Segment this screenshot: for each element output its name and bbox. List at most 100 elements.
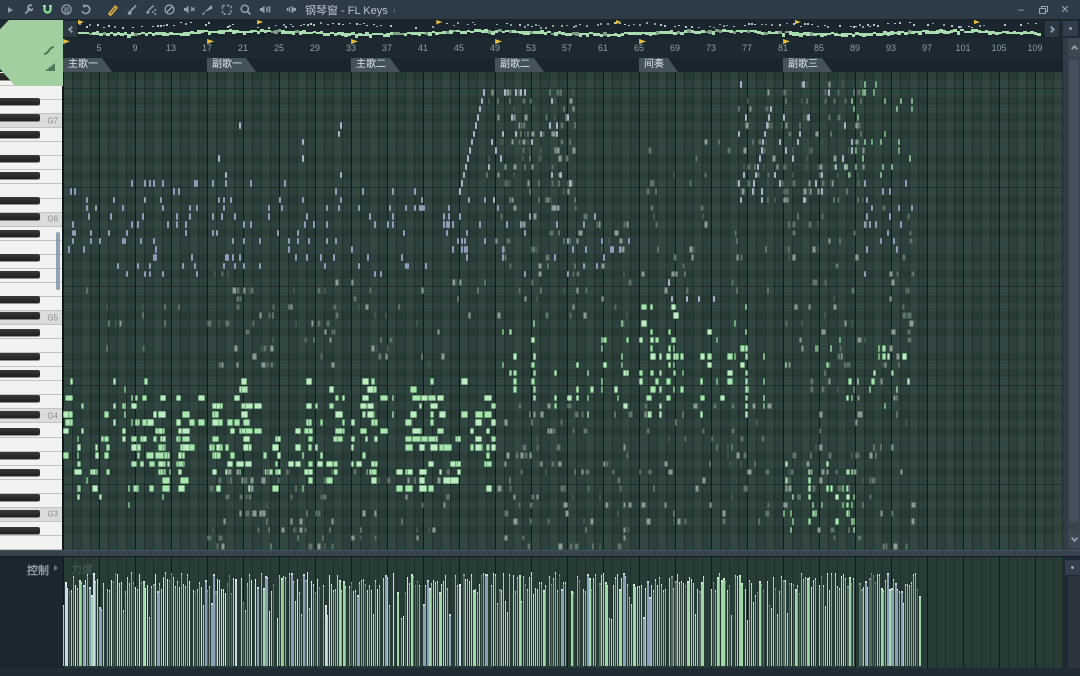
midi-note[interactable] [619, 485, 622, 492]
midi-note[interactable] [529, 155, 531, 162]
midi-note[interactable] [837, 353, 841, 360]
midi-note[interactable] [513, 205, 517, 212]
midi-note[interactable] [837, 485, 842, 492]
midi-note[interactable] [554, 114, 557, 121]
midi-note[interactable] [520, 131, 522, 138]
velocity-bar[interactable] [401, 618, 402, 666]
midi-note[interactable] [320, 452, 323, 459]
midi-note[interactable] [650, 370, 654, 377]
midi-note[interactable] [277, 436, 281, 443]
midi-note[interactable] [403, 230, 405, 237]
midi-note[interactable] [176, 419, 181, 426]
midi-note[interactable] [443, 213, 445, 220]
midi-note[interactable] [329, 527, 332, 534]
midi-note[interactable] [529, 452, 532, 459]
midi-note[interactable] [547, 518, 550, 525]
velocity-bar[interactable] [63, 605, 64, 666]
midi-note[interactable] [437, 477, 441, 484]
midi-note[interactable] [815, 510, 818, 517]
midi-note[interactable] [572, 246, 574, 253]
velocity-bar[interactable] [521, 601, 522, 666]
midi-note[interactable] [243, 419, 250, 426]
midi-note[interactable] [360, 535, 362, 542]
velocity-bar[interactable] [97, 579, 98, 666]
midi-note[interactable] [745, 353, 749, 360]
midi-note[interactable] [855, 419, 858, 426]
midi-note[interactable] [421, 353, 423, 360]
midi-note[interactable] [817, 527, 821, 534]
midi-note[interactable] [358, 263, 360, 270]
midi-note[interactable] [655, 337, 659, 344]
velocity-bar[interactable] [749, 580, 750, 666]
close-button[interactable]: ✕ [1054, 2, 1076, 18]
velocity-bar[interactable] [539, 582, 540, 666]
midi-note[interactable] [153, 411, 157, 418]
midi-note[interactable] [461, 378, 468, 385]
midi-note[interactable] [819, 444, 823, 451]
midi-note[interactable] [673, 370, 676, 377]
velocity-bar[interactable] [177, 581, 178, 666]
velocity-bar[interactable] [69, 591, 70, 666]
velocity-bar[interactable] [159, 583, 160, 666]
midi-note[interactable] [77, 436, 79, 443]
midi-note[interactable] [448, 469, 450, 476]
midi-note[interactable] [621, 320, 623, 327]
midi-note[interactable] [362, 378, 369, 385]
velocity-bar[interactable] [915, 573, 916, 666]
midi-note[interactable] [106, 304, 108, 311]
midi-note[interactable] [558, 543, 563, 550]
midi-note[interactable] [522, 139, 526, 146]
midi-note[interactable] [484, 395, 492, 402]
midi-note[interactable] [430, 419, 434, 426]
piano-key-black[interactable] [0, 527, 40, 534]
midi-note[interactable] [77, 444, 82, 451]
velocity-bar[interactable] [763, 590, 764, 666]
midi-note[interactable] [367, 386, 374, 393]
midi-note[interactable] [214, 271, 216, 278]
midi-note[interactable] [531, 378, 535, 385]
marker-flag-icon[interactable] [63, 39, 70, 45]
midi-note[interactable] [896, 246, 898, 253]
midi-note[interactable] [583, 312, 587, 319]
midi-note[interactable] [522, 444, 527, 451]
velocity-bar[interactable] [541, 582, 542, 666]
midi-note[interactable] [459, 213, 461, 220]
midi-note[interactable] [880, 238, 882, 245]
midi-note[interactable] [522, 535, 525, 542]
midi-note[interactable] [639, 469, 642, 476]
midi-note[interactable] [896, 411, 898, 418]
midi-note[interactable] [477, 114, 479, 121]
velocity-bar[interactable] [507, 612, 508, 666]
midi-note[interactable] [227, 419, 233, 426]
midi-note[interactable] [785, 147, 787, 154]
midi-note[interactable] [560, 485, 565, 492]
midi-note[interactable] [194, 180, 196, 187]
midi-note[interactable] [419, 485, 428, 492]
midi-note[interactable] [785, 320, 788, 327]
midi-note[interactable] [792, 180, 796, 187]
midi-note[interactable] [848, 527, 850, 534]
menu-arrow-icon[interactable] [0, 1, 19, 19]
velocity-bar[interactable] [731, 615, 732, 666]
midi-note[interactable] [668, 279, 670, 286]
midi-note[interactable] [124, 386, 127, 393]
midi-note[interactable] [189, 213, 191, 220]
midi-note[interactable] [241, 411, 248, 418]
midi-note[interactable] [443, 221, 445, 228]
piano-key-black[interactable] [0, 197, 40, 204]
midi-note[interactable] [871, 139, 873, 146]
midi-note[interactable] [329, 403, 334, 410]
song-marker[interactable]: 主歌一 [63, 58, 112, 72]
midi-note[interactable] [113, 419, 116, 426]
midi-note[interactable] [106, 345, 108, 352]
midi-note[interactable] [764, 131, 766, 138]
midi-note[interactable] [173, 188, 175, 195]
midi-note[interactable] [761, 436, 766, 443]
midi-note[interactable] [351, 419, 355, 426]
midi-note[interactable] [374, 461, 379, 468]
velocity-bar[interactable] [375, 580, 376, 666]
midi-note[interactable] [727, 378, 733, 385]
midi-note[interactable] [227, 477, 229, 484]
midi-note[interactable] [556, 205, 560, 212]
control-label[interactable]: 控制 [27, 562, 49, 578]
